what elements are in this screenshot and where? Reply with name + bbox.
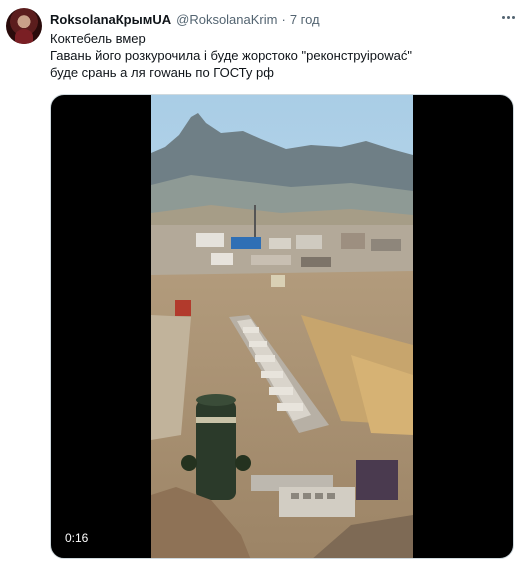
user-handle[interactable]: @RoksolanaKrim <box>176 12 277 27</box>
tweet[interactable]: RoksolanaКрымUA @RoksolanaKrim · 7 год К… <box>0 0 527 569</box>
tweet-text-line: Гавань його розкурочила і буде жорстоко … <box>50 48 412 63</box>
display-name[interactable]: RoksolanaКрымUA <box>50 12 171 27</box>
more-horizontal-icon <box>501 15 505 19</box>
construction-scene-image <box>151 95 413 558</box>
video-duration: 0:16 <box>61 530 93 546</box>
video-frame <box>151 95 413 558</box>
separator-dot: · <box>281 11 286 27</box>
tweet-text-line: буде срань а ля гowань по ГОСТу рф <box>50 65 274 80</box>
avatar[interactable] <box>6 8 42 44</box>
timestamp[interactable]: 7 год <box>290 12 320 27</box>
tweet-header: RoksolanaКрымUA @RoksolanaKrim · 7 год <box>50 10 320 28</box>
more-options-button[interactable] <box>497 8 519 26</box>
tweet-text: Коктебель вмер Гавань його розкурочила і… <box>50 30 510 81</box>
video-player[interactable]: 0:16 <box>50 94 514 559</box>
tweet-text-line: Коктебель вмер <box>50 31 146 46</box>
